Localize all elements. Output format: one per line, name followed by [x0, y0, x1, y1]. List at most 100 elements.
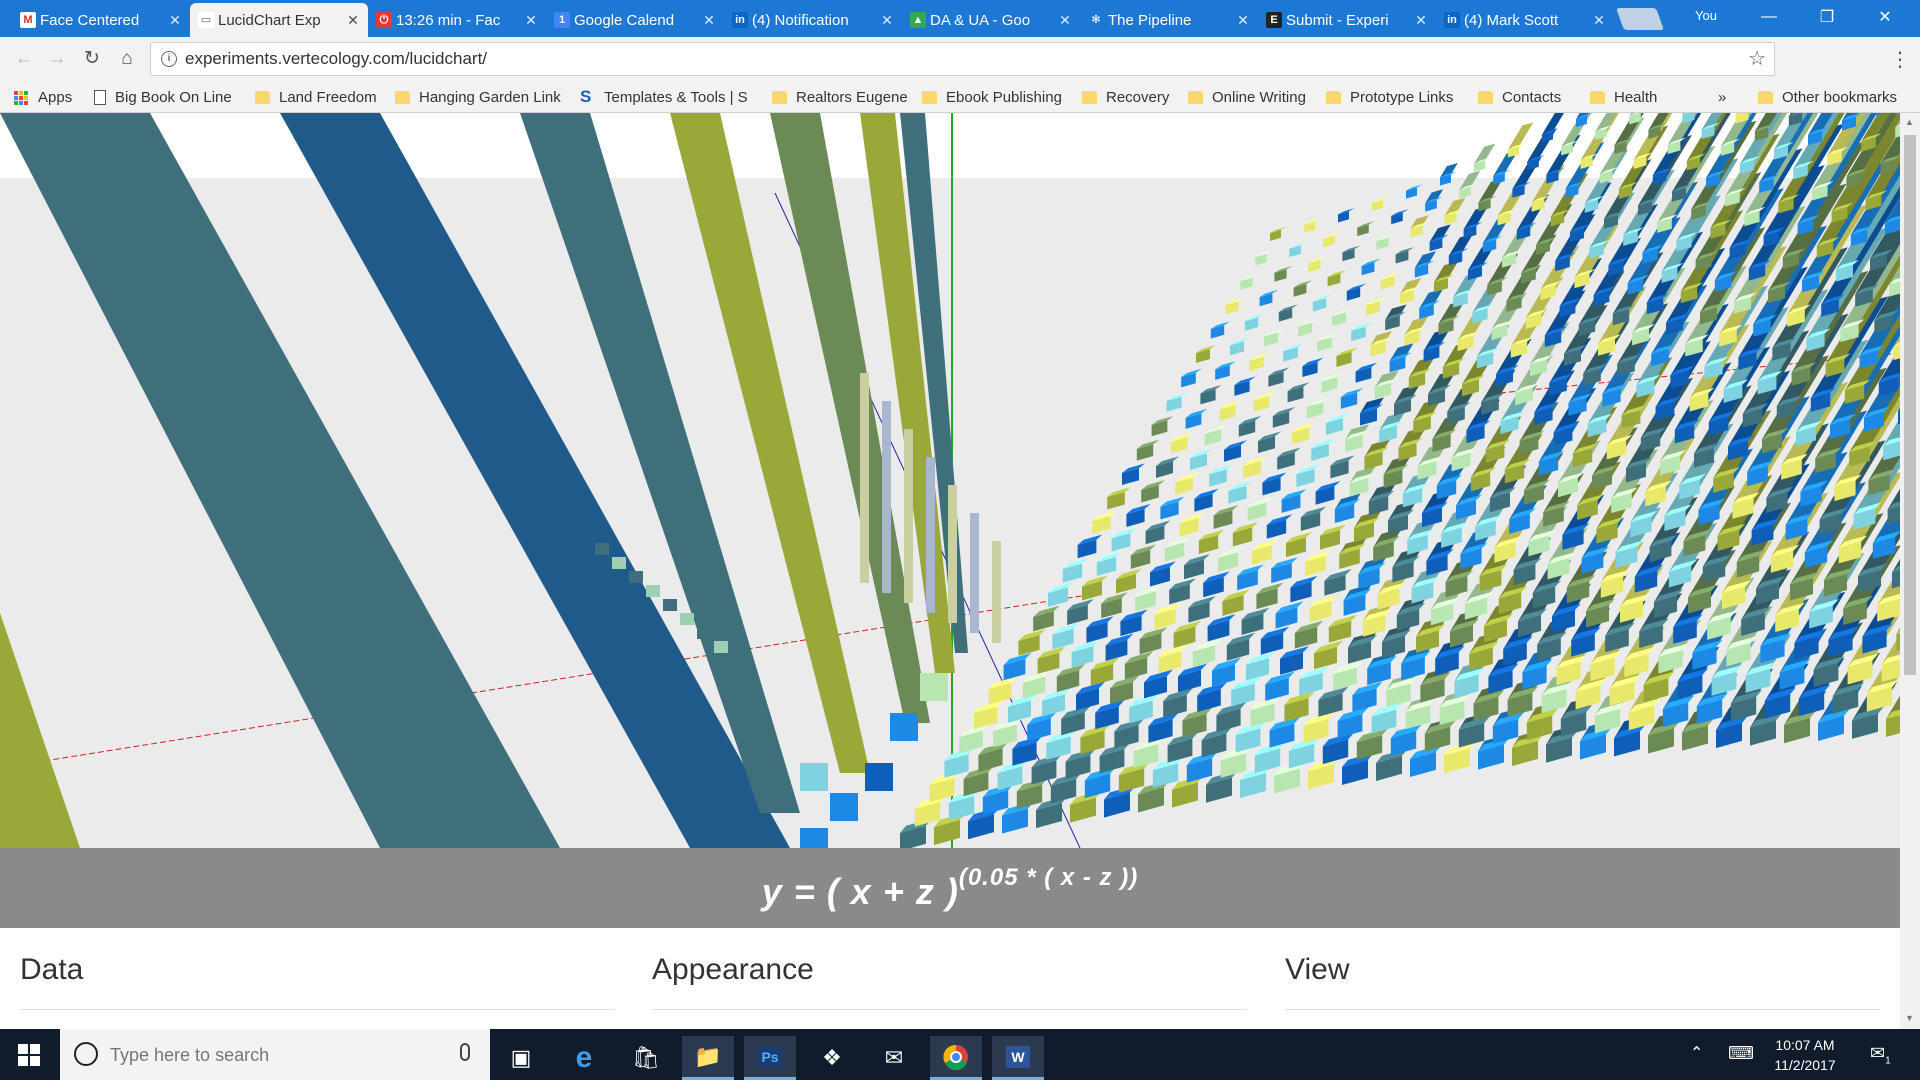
other-bookmarks-folder[interactable]: Other bookmarks: [1758, 87, 1897, 107]
bookmark-label: Ebook Publishing: [946, 88, 1062, 106]
taskbar-search-input[interactable]: [110, 1042, 440, 1068]
bookmark-star-icon[interactable]: ☆: [1748, 46, 1766, 71]
browser-tab[interactable]: ▭ LucidChart Exp ✕: [190, 3, 368, 37]
bar-face: [1238, 420, 1256, 437]
bookmark-item[interactable]: Health: [1590, 87, 1657, 107]
3d-bar-chart-viewport[interactable]: [0, 113, 1900, 848]
bookmark-item[interactable]: Prototype Links: [1326, 87, 1453, 107]
bar-face: [1200, 389, 1216, 405]
bar-face: [1298, 322, 1312, 337]
apps-grid-icon: [14, 90, 29, 105]
chrome-menu-icon[interactable]: ⋮: [1890, 47, 1910, 72]
bookmark-item[interactable]: Recovery: [1082, 87, 1169, 107]
bookmark-item[interactable]: Apps: [14, 87, 72, 107]
tab-title: Face Centered: [40, 11, 140, 29]
bar-face: [1225, 301, 1239, 315]
scrollbar-thumb[interactable]: [1904, 135, 1916, 675]
close-window-button[interactable]: ✕: [1856, 0, 1914, 33]
browser-tab[interactable]: E Submit - Experi ✕: [1258, 3, 1436, 37]
browser-tab[interactable]: in (4) Mark Scott ✕: [1436, 3, 1614, 37]
page-scrollbar[interactable]: ▲ ▼: [1900, 113, 1920, 1029]
bookmark-item[interactable]: Realtors Eugene: [772, 87, 908, 107]
panel-heading-view[interactable]: View: [1285, 953, 1349, 987]
scroll-up-icon[interactable]: ▲: [1905, 117, 1914, 127]
forward-arrow-icon[interactable]: →: [45, 47, 69, 71]
bar-face: [1272, 411, 1290, 428]
info-icon[interactable]: i: [161, 51, 177, 67]
bar-face: [1292, 427, 1309, 445]
mail-icon[interactable]: ✉: [868, 1036, 920, 1080]
browser-tab[interactable]: ⏻ 13:26 min - Fac ✕: [368, 3, 546, 37]
equation-exponent: (0.05 * ( x - z )): [958, 864, 1139, 891]
windows-start-icon[interactable]: [18, 1044, 40, 1066]
photoshop-icon[interactable]: Ps: [744, 1036, 796, 1080]
taskbar-search-box[interactable]: [60, 1029, 490, 1080]
bookmark-item[interactable]: Big Book On Line: [94, 87, 232, 107]
bar-face: [1296, 469, 1315, 487]
bookmark-item[interactable]: Land Freedom: [255, 87, 377, 107]
bar-face: [1210, 325, 1225, 339]
browser-tab[interactable]: in (4) Notification ✕: [724, 3, 902, 37]
panel-heading-appearance[interactable]: Appearance: [652, 953, 814, 987]
chrome-icon[interactable]: [930, 1036, 982, 1080]
home-icon[interactable]: ⌂: [115, 47, 139, 71]
bookmark-item[interactable]: S Templates & Tools | S: [580, 87, 748, 107]
tab-title: 13:26 min - Fac: [396, 11, 501, 29]
scroll-down-icon[interactable]: ▼: [1905, 1013, 1914, 1023]
browser-tab[interactable]: M Face Centered ✕: [12, 3, 190, 37]
close-tab-icon[interactable]: ✕: [1592, 12, 1606, 29]
system-clock[interactable]: 10:07 AM 11/2/2017: [1755, 1035, 1855, 1075]
url-input[interactable]: [185, 47, 1705, 71]
edge-icon[interactable]: e: [558, 1036, 610, 1080]
keyboard-icon[interactable]: ⌨: [1728, 1043, 1754, 1064]
bar-face: [1077, 539, 1097, 559]
bar-face: [1196, 349, 1210, 363]
bar-face: [1166, 396, 1182, 412]
file-explorer-icon[interactable]: 📁: [682, 1036, 734, 1080]
word-icon[interactable]: W: [992, 1036, 1044, 1080]
close-tab-icon[interactable]: ✕: [702, 12, 716, 29]
bar-face: [1107, 492, 1125, 510]
close-tab-icon[interactable]: ✕: [346, 12, 360, 29]
back-arrow-icon[interactable]: ←: [12, 47, 36, 71]
close-tab-icon[interactable]: ✕: [880, 12, 894, 29]
bookmark-item[interactable]: Ebook Publishing: [922, 87, 1062, 107]
bookmarks-overflow-button[interactable]: »: [1718, 87, 1726, 107]
bookmark-item[interactable]: Contacts: [1478, 87, 1561, 107]
page-icon: [94, 89, 106, 105]
browser-tab[interactable]: ▲ DA & UA - Goo ✕: [902, 3, 1080, 37]
bar-face: [1302, 361, 1318, 378]
address-bar[interactable]: i ☆: [150, 42, 1775, 76]
bar-face: [1361, 262, 1375, 276]
store-icon[interactable]: 🛍: [620, 1036, 672, 1080]
bar-face: [1224, 444, 1241, 462]
bar-face: [697, 627, 711, 639]
close-tab-icon[interactable]: ✕: [524, 12, 538, 29]
close-tab-icon[interactable]: ✕: [1236, 12, 1250, 29]
close-tab-icon[interactable]: ✕: [1058, 12, 1072, 29]
notification-center-icon[interactable]: ✉1: [1870, 1043, 1891, 1067]
task-view-icon[interactable]: ▣: [495, 1036, 547, 1080]
clock-date: 11/2/2017: [1774, 1057, 1836, 1073]
close-tab-icon[interactable]: ✕: [1414, 12, 1428, 29]
bookmark-item[interactable]: Online Writing: [1188, 87, 1306, 107]
minimize-button[interactable]: —: [1740, 0, 1798, 33]
bar-face: [670, 113, 870, 773]
microphone-icon[interactable]: [460, 1043, 470, 1061]
bar-face: [970, 513, 979, 633]
restore-button[interactable]: ❐: [1798, 0, 1856, 33]
profile-label[interactable]: You: [1695, 8, 1717, 23]
browser-tab[interactable]: 1 Google Calend ✕: [546, 3, 724, 37]
bookmark-item[interactable]: Hanging Garden Link: [395, 87, 561, 107]
timer-icon: ⏻: [376, 12, 392, 28]
control-panels: Data Appearance View: [0, 928, 1900, 1029]
browser-tab[interactable]: ✻ The Pipeline ✕: [1080, 3, 1258, 37]
new-tab-button[interactable]: [1615, 8, 1665, 30]
tray-chevron-icon[interactable]: ⌃: [1690, 1043, 1703, 1063]
drive-icon: ▲: [910, 12, 926, 28]
panel-heading-data[interactable]: Data: [20, 953, 83, 987]
close-tab-icon[interactable]: ✕: [168, 12, 182, 29]
reload-icon[interactable]: ↻: [80, 47, 104, 71]
bar-face: [1346, 287, 1361, 301]
flame-app-icon[interactable]: ❖: [806, 1036, 858, 1080]
